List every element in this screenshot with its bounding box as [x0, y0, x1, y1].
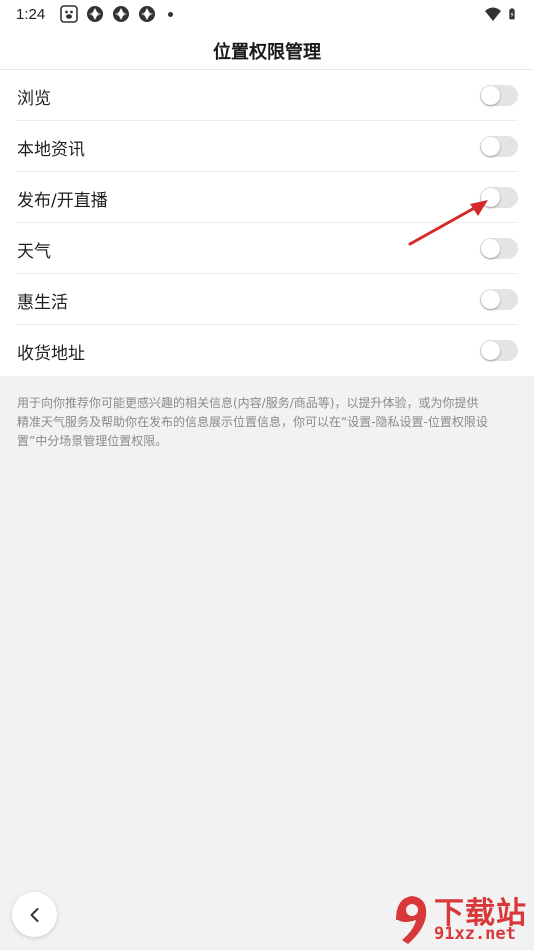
description-line: 用于向你推荐你可能更感兴趣的相关信息(内容/服务/商品等)，以提升体验，或为你提… [17, 396, 479, 410]
setting-row-local-news[interactable]: 本地资讯 [0, 121, 534, 172]
status-time: 1:24 [16, 6, 46, 23]
setting-row-browse[interactable]: 浏览 [0, 70, 534, 121]
setting-label: 惠生活 [17, 293, 68, 313]
setting-row-shipping-address[interactable]: 收货地址 [0, 325, 534, 376]
local-news-toggle[interactable] [480, 136, 518, 157]
annotation-arrow [408, 200, 488, 246]
setting-label: 本地资讯 [17, 140, 85, 160]
more-notifications-dot [168, 11, 173, 17]
status-notification-icons [60, 5, 173, 23]
app-notification-icon [113, 6, 129, 22]
setting-label: 天气 [17, 242, 51, 262]
status-system-icons [484, 5, 520, 23]
baidu-app-icon [60, 5, 78, 23]
chevron-left-icon [30, 907, 38, 922]
status-bar: 1:24 [0, 0, 534, 30]
setting-label: 浏览 [17, 89, 51, 109]
browse-toggle[interactable] [480, 85, 518, 106]
setting-row-local-life[interactable]: 惠生活 [0, 274, 534, 325]
setting-label: 收货地址 [17, 344, 85, 364]
permission-description: 用于向你推荐你可能更感兴趣的相关信息(内容/服务/商品等)，以提升体验，或为你提… [17, 394, 517, 451]
toggle-knob [481, 341, 500, 360]
watermark-logo-icon [396, 896, 427, 944]
description-line: 精准天气服务及帮助你在发布的信息展示位置信息，你可以在“设置-隐私设置-位置权限… [17, 415, 488, 429]
description-line: 置”中分场景管理位置权限。 [17, 434, 168, 448]
page-title: 位置权限管理 [213, 42, 321, 63]
shipping-address-toggle[interactable] [480, 340, 518, 361]
app-notification-icon [139, 6, 155, 22]
setting-label: 发布/开直播 [17, 191, 108, 211]
toggle-knob [481, 86, 500, 105]
title-bar: 位置权限管理 [0, 30, 534, 70]
battery-charging-icon [509, 8, 515, 20]
app-notification-icon [87, 6, 103, 22]
watermark-url: 91xz.net [434, 924, 516, 944]
wifi-icon [485, 7, 501, 21]
toggle-knob [481, 290, 500, 309]
local-life-toggle[interactable] [480, 289, 518, 310]
site-watermark: 下载站 91xz.net [390, 886, 530, 950]
back-button[interactable] [12, 892, 57, 937]
toggle-knob [481, 137, 500, 156]
